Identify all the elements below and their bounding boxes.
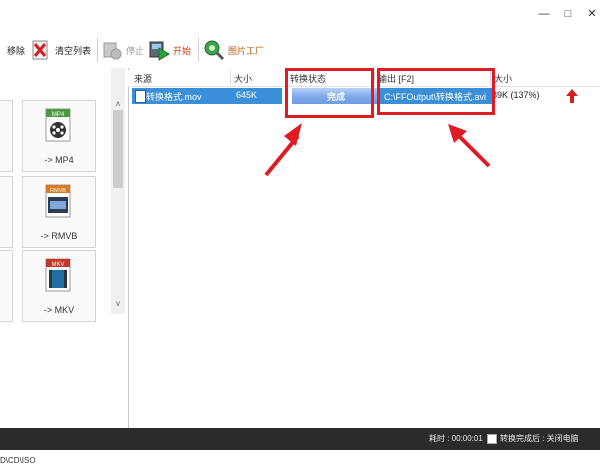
- shutdown-after-done-checkbox[interactable]: [487, 434, 497, 444]
- annotation-arrow-output: [457, 134, 491, 168]
- annotation-arrows: [264, 123, 491, 177]
- elapsed-time: 耗时 : 00:00:01: [429, 434, 483, 443]
- status-bar: 耗时 : 00:00:01 转换完成后 : 关闭电脑: [0, 428, 600, 450]
- after-done-action[interactable]: 转换完成后 : 关闭电脑: [500, 433, 579, 444]
- device-path-label: D\CD\ISO: [0, 456, 36, 465]
- annotation-arrowhead-status: [284, 123, 302, 146]
